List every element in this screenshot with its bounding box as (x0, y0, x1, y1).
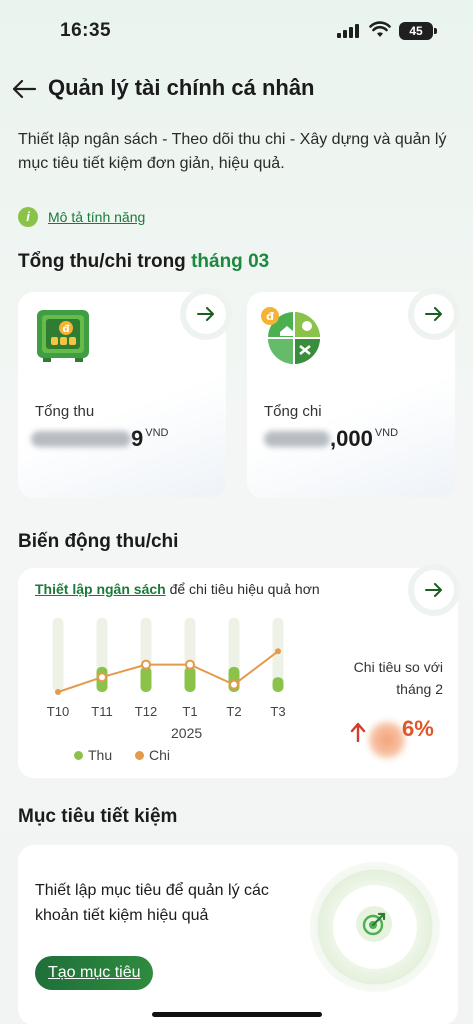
income-bar (140, 666, 152, 692)
expense-point (185, 659, 195, 670)
expense-line (57, 650, 279, 693)
summary-title-prefix: Tổng thu/chi trong (18, 251, 186, 272)
page-title: Quản lý tài chính cá nhân (48, 75, 315, 100)
signal-icon (337, 24, 359, 38)
expense-point (97, 672, 107, 683)
savings-description: Thiết lập mục tiêu để quản lý các khoản … (35, 882, 269, 924)
trend-arrow-button[interactable] (414, 570, 454, 610)
wifi-icon (369, 21, 391, 37)
safe-icon: đ (37, 310, 89, 362)
legend-expense-label: Chi (149, 747, 171, 763)
target-icon (356, 906, 392, 942)
masked-amount (264, 431, 330, 447)
expense-point (275, 648, 281, 655)
summary-section-title: Tổng thu/chi trong tháng 03 (18, 251, 269, 273)
bar-track (52, 618, 64, 692)
arrow-right-icon (425, 307, 442, 321)
expense-point (55, 689, 61, 695)
status-time: 16:35 (60, 20, 112, 41)
income-currency: VND (145, 427, 169, 439)
income-arrow-button[interactable] (186, 294, 226, 334)
arrow-right-icon (425, 583, 442, 597)
expense-point (141, 659, 151, 670)
summary-title-month[interactable]: tháng 03 (191, 251, 269, 272)
legend-expense-dot (135, 751, 144, 760)
create-goal-button[interactable]: Tạo mục tiêu (35, 956, 154, 990)
income-amount: 9 VND (31, 426, 168, 452)
savings-section-title: Mục tiêu tiết kiệm (18, 806, 178, 827)
x-tick-label: T1 (182, 704, 197, 718)
expense-amount: ,000 VND (264, 426, 398, 452)
budget-prompt: Thiết lập ngân sách để chi tiêu hiệu quả… (35, 581, 320, 597)
battery-indicator: 45 (399, 22, 437, 40)
svg-text:đ: đ (266, 310, 274, 323)
budget-setup-link[interactable]: Thiết lập ngân sách (35, 581, 166, 597)
compare-label: Chi tiêu so với tháng 2 (353, 659, 443, 697)
expense-point (229, 679, 239, 690)
expense-currency: VND (374, 427, 399, 439)
feature-description-link[interactable]: Mô tả tính năng (48, 209, 145, 225)
income-label: Tổng thu (35, 403, 95, 420)
page-description: Thiết lập ngân sách - Theo dõi thu chi -… (18, 131, 447, 172)
x-tick-label: T2 (226, 704, 241, 718)
x-tick-label: T3 (270, 704, 285, 718)
arrow-right-icon (197, 307, 214, 321)
expense-arrow-button[interactable] (414, 294, 454, 334)
arrow-up-icon (350, 722, 366, 742)
home-indicator (152, 1012, 322, 1017)
year-label: 2025 (171, 725, 203, 741)
expense-pie-icon: đ (261, 307, 320, 364)
info-icon: i (18, 207, 38, 227)
masked-percent (368, 720, 406, 760)
target-arrow-icon (362, 912, 386, 936)
x-tick-label: T11 (91, 704, 112, 718)
income-amount-suffix: 9 (131, 426, 144, 451)
income-bar (272, 677, 284, 692)
back-arrow-icon[interactable] (12, 78, 36, 100)
masked-amount (31, 431, 131, 447)
trend-chart: T10 T11 T12 T1 T2 T3 (47, 618, 286, 718)
legend-income-dot (74, 751, 83, 760)
compare-percent: 6% (402, 716, 434, 741)
expense-amount-suffix: ,000 (330, 426, 373, 451)
x-tick-label: T12 (135, 704, 157, 718)
expense-label: Tổng chi (264, 403, 322, 420)
trend-section-title: Biến động thu/chi (18, 531, 179, 552)
x-tick-label: T10 (47, 704, 69, 718)
budget-prompt-text: để chi tiêu hiệu quả hơn (165, 581, 320, 597)
income-bar (184, 666, 196, 692)
svg-text:đ: đ (62, 324, 70, 335)
legend-income-label: Thu (88, 747, 113, 763)
